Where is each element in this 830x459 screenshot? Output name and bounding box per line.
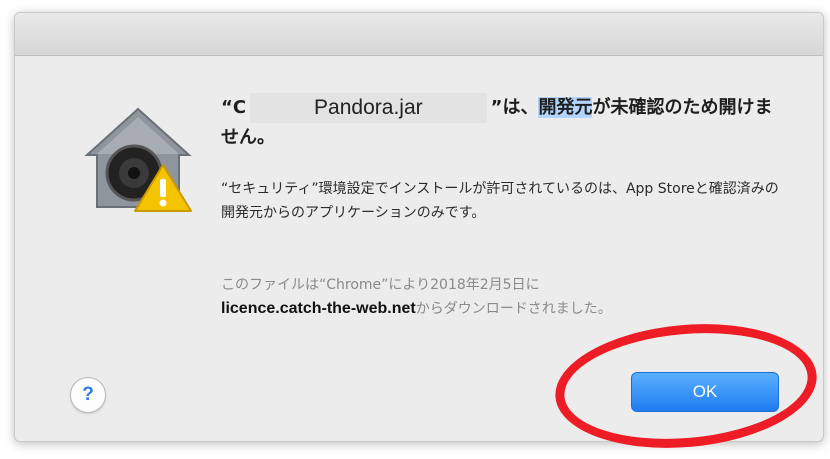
heading-highlighted-word: 開発元 xyxy=(538,97,593,118)
source-domain: licence.catch-the-web.net xyxy=(221,300,416,317)
heading-close-quote: ”は、 xyxy=(490,97,539,118)
source-prefix: このファイルは“Chrome”により2018年2月5日に xyxy=(221,277,540,293)
gatekeeper-house-icon xyxy=(79,99,197,217)
dialog-heading: “C Pandora.jar ”は、開発元が未確認のため開けません。 xyxy=(221,93,781,153)
source-suffix: からダウンロードされました。 xyxy=(415,301,612,317)
heading-open-quote: “C xyxy=(221,97,247,118)
dialog-titlebar xyxy=(15,13,823,56)
download-source-text: このファイルは“Chrome”により2018年2月5日に licence.catc… xyxy=(221,273,781,321)
redacted-filename: Pandora.jar xyxy=(250,93,487,123)
help-button[interactable]: ? xyxy=(70,377,106,413)
dialog-body-text: “セキュリティ”環境設定でインストールが許可されているのは、App Storeと… xyxy=(221,181,779,221)
